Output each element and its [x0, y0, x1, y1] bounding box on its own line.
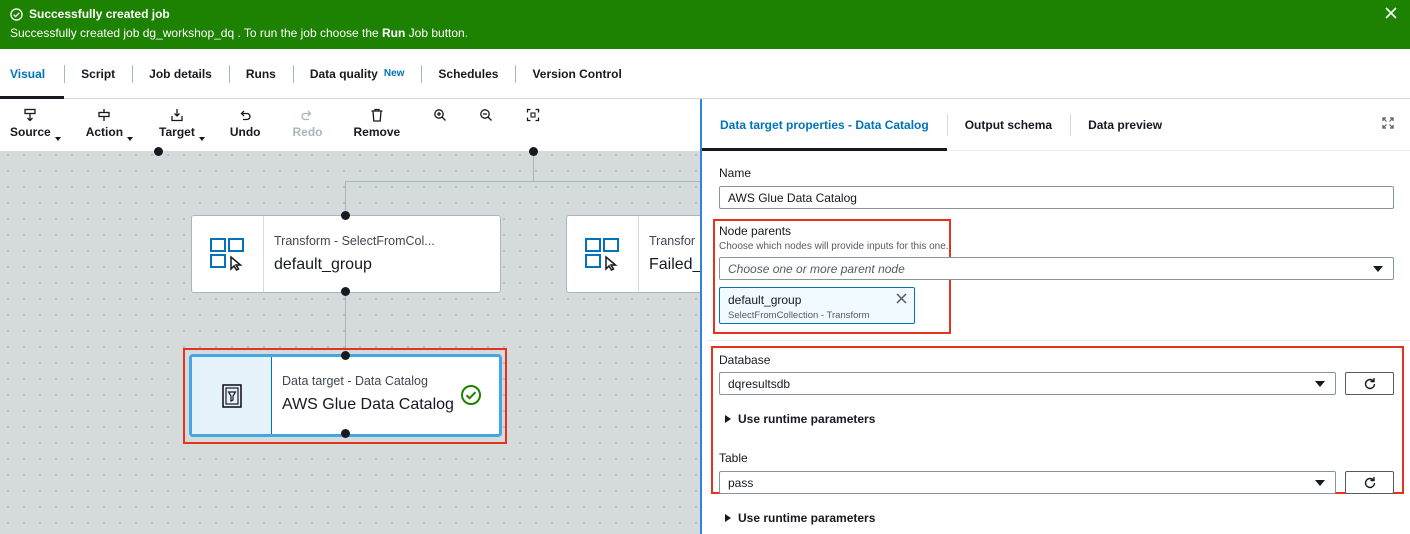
section-divider	[706, 340, 1410, 341]
chevron-down-icon	[127, 137, 134, 141]
data-target-node[interactable]: Data target - Data Catalog AWS Glue Data…	[189, 354, 502, 437]
edge-connector	[345, 181, 534, 182]
connector-handle[interactable]	[154, 147, 163, 156]
connector-handle[interactable]	[341, 351, 350, 360]
node-type: Data target - Data Catalog	[282, 374, 428, 388]
remove-button[interactable]: Remove	[353, 99, 400, 151]
node-type: Transfor	[649, 234, 696, 248]
zoom-out-button[interactable]	[479, 99, 493, 151]
tab-version-control[interactable]: Version Control	[515, 49, 638, 98]
new-badge: New	[383, 68, 405, 79]
table-label: Table	[719, 451, 748, 465]
visual-canvas[interactable]: Source Action Target Undo Redo Remove Tr…	[0, 99, 700, 534]
transform-node-default-group[interactable]: Transform - SelectFromCol... default_gro…	[191, 215, 501, 293]
table-select[interactable]: pass	[719, 471, 1336, 494]
tab-output-schema[interactable]: Output schema	[946, 99, 1070, 150]
database-label: Database	[719, 353, 771, 367]
refresh-icon	[1364, 476, 1375, 488]
caret-down-icon	[1315, 480, 1325, 486]
trash-icon	[371, 108, 383, 122]
check-circle-icon	[10, 7, 23, 21]
caret-down-icon	[1315, 381, 1325, 387]
node-parents-label: Node parents	[719, 224, 792, 238]
properties-panel: Data target properties - Data Catalog Ou…	[700, 99, 1410, 534]
caret-down-icon	[1373, 266, 1383, 272]
database-runtime-params-toggle[interactable]: Use runtime parameters	[725, 412, 875, 426]
fit-screen-button[interactable]	[526, 99, 540, 151]
fit-screen-icon	[527, 108, 540, 122]
connector-handle[interactable]	[529, 147, 538, 156]
node-name: default_group	[274, 256, 372, 273]
caret-right-icon	[725, 514, 731, 522]
tab-script[interactable]: Script	[64, 49, 132, 98]
chevron-down-icon	[198, 137, 205, 141]
connector-handle[interactable]	[341, 429, 350, 438]
edge-connector	[533, 181, 700, 182]
job-tabs: Visual Script Job details Runs Data qual…	[0, 49, 1410, 99]
node-parents-hint: Choose which nodes will provide inputs f…	[719, 241, 949, 252]
source-icon	[24, 108, 36, 122]
name-input[interactable]: AWS Glue Data Catalog	[719, 186, 1394, 209]
table-runtime-params-toggle[interactable]: Use runtime parameters	[725, 511, 875, 525]
tab-data-target-properties[interactable]: Data target properties - Data Catalog	[702, 99, 947, 151]
tab-job-details[interactable]: Job details	[132, 49, 229, 98]
refresh-icon	[1364, 377, 1375, 389]
zoom-in-button[interactable]	[433, 99, 447, 151]
node-type: Transform - SelectFromCol...	[274, 234, 435, 248]
undo-button[interactable]: Undo	[230, 99, 260, 151]
remove-token-icon[interactable]	[896, 293, 907, 304]
chevron-down-icon	[54, 137, 61, 141]
refresh-table-button[interactable]	[1345, 471, 1394, 494]
edge-connector	[345, 181, 346, 214]
select-from-collection-icon	[209, 238, 244, 271]
tab-data-quality[interactable]: Data quality New	[292, 49, 422, 98]
connector-handle[interactable]	[341, 211, 350, 220]
action-icon	[98, 109, 111, 121]
transform-node-failed[interactable]: Transfor Failed_	[566, 215, 700, 293]
zoom-in-icon	[434, 109, 447, 121]
tab-visual[interactable]: Visual	[0, 49, 65, 99]
caret-right-icon	[725, 415, 731, 423]
data-catalog-icon	[221, 383, 242, 408]
tab-data-preview[interactable]: Data preview	[1070, 99, 1180, 150]
success-check-icon	[461, 385, 481, 405]
flash-message: Successfully created job dg_workshop_dq …	[10, 26, 469, 40]
redo-button[interactable]: Redo	[292, 99, 322, 151]
undo-icon	[240, 110, 251, 121]
refresh-database-button[interactable]	[1345, 372, 1394, 395]
redo-icon	[301, 110, 312, 121]
parent-token: default_group SelectFromCollection - Tra…	[719, 287, 915, 324]
target-icon	[171, 109, 183, 122]
target-button[interactable]: Target	[159, 99, 205, 151]
expand-icon[interactable]	[1382, 117, 1394, 129]
connector-handle[interactable]	[341, 287, 350, 296]
panel-tabs: Data target properties - Data Catalog Ou…	[702, 99, 1410, 151]
source-button[interactable]: Source	[10, 99, 61, 151]
canvas-toolbar: Source Action Target Undo Redo Remove	[0, 99, 700, 151]
tab-runs[interactable]: Runs	[228, 49, 293, 98]
name-label: Name	[719, 166, 752, 180]
select-from-collection-icon	[584, 238, 619, 271]
database-select[interactable]: dqresultsdb	[719, 372, 1336, 395]
success-flash-banner: Successfully created job Successfully cr…	[0, 0, 1410, 49]
action-button[interactable]: Action	[86, 99, 134, 151]
tab-schedules[interactable]: Schedules	[421, 49, 515, 98]
flash-title: Successfully created job	[29, 7, 170, 21]
close-icon[interactable]	[1384, 6, 1398, 20]
node-parents-select[interactable]: Choose one or more parent node	[719, 257, 1394, 280]
zoom-out-icon	[480, 109, 493, 121]
node-name: Failed_	[649, 256, 700, 273]
node-name: AWS Glue Data Catalog	[282, 396, 454, 413]
